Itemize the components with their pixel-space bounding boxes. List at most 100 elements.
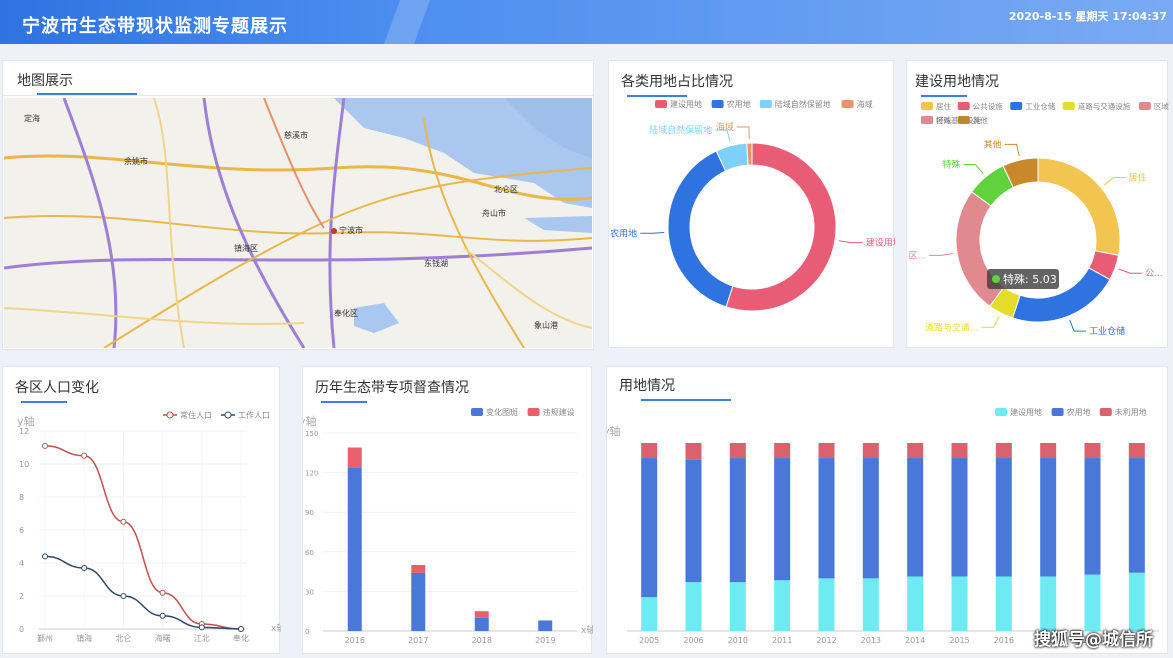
tooltip-text: 特殊: 5.03 [1003,272,1057,286]
data-point [120,593,127,599]
population-title: 各区人口变化 [15,380,99,396]
legend-label: 陆域自然保留地 [775,99,831,109]
legend-label: 道路与交通设施 [1078,101,1131,111]
legend-swatch [957,102,970,110]
x-tick-label: 2005 [639,636,659,645]
map-view[interactable]: 定海 宁波市 舟山市 北仑区 奉化区 余姚市 慈溪市 象山港 东钱湖 镇海区 [4,98,592,348]
bar-segment [862,443,879,459]
pie-label: 农用地 [610,227,637,239]
pie-slice [667,150,734,308]
bar-segment [729,443,746,459]
data-point [120,518,127,525]
bar-segment [729,458,746,583]
x-tick-label: 2012 [816,636,836,645]
pie-leader [963,163,984,175]
legend-label: 工作人口 [238,410,270,420]
pie-slice [725,142,837,312]
land-status-chart[interactable]: y轴 建设用地 农用地 未利用地 2005 2006 2010 2011 2012 2013 201… [607,403,1169,653]
bar-segment [411,565,426,573]
pie-label: 道路与交通... [925,321,979,333]
supervision-chart[interactable]: y轴 x轴 变化图斑 违规建设 0 30 60 90 120 150 2016 2017 2018 201… [303,403,593,653]
bar-segment [1084,458,1101,575]
bar-segment [685,459,702,583]
pie-label: 海域 [716,121,734,133]
x-tick-label: 奉化 [233,633,249,643]
y-tick-label: 60 [305,549,314,557]
bar-segment [774,443,791,459]
y-tick-label: 4 [19,559,24,568]
bar-segment [411,572,426,631]
legend-label: 居住 [936,101,951,111]
legend-label: 违规建设 [543,407,575,417]
bar-segment [474,611,489,618]
series-line [44,555,242,630]
x-tick-label: 鄞州 [37,633,53,643]
map-label: 定海 [24,114,40,123]
bar-segment [818,458,835,579]
pie-leader [1118,268,1143,274]
data-point [81,452,88,459]
x-tick-label: 2014 [905,636,925,645]
land-status-title: 用地情况 [619,378,675,394]
x-tick-label: 2017 [408,636,428,645]
bar-segment [1040,458,1057,577]
bar-segment [907,443,924,459]
y-tick-label: 12 [19,427,29,436]
legend-label: 建设用地 [1010,407,1042,417]
legend-label: 变化图斑 [486,407,518,417]
x-tick-label: 2013 [861,636,881,645]
bar-segment [1040,576,1057,631]
construction-land-chart[interactable]: 居住公共设施工业仓储道路与交通设施区域基础设施特殊其他区域基础设施居住公...工… [907,97,1169,347]
legend-label: 建设用地 [670,99,702,109]
legend-swatch [759,100,772,108]
map-label: 余姚市 [124,157,148,166]
bar-segment [685,443,702,460]
x-tick-label: 江北 [194,634,210,643]
landuse-share-chart[interactable]: 建设用地农用地陆域自然保留地海域建设用地农用地陆域自然保留地海域 [609,97,895,347]
bar-segment [818,443,835,459]
bar-segment [474,617,489,631]
y-tick-label: 0 [19,625,24,634]
pie-leader [838,240,863,244]
legend-label: 未利用地 [1115,407,1147,417]
bar-segment [907,458,924,577]
bar-segment [995,443,1012,459]
land-status-panel: 用地情况 y轴 建设用地 农用地 未利用地 2005 2006 2010 2011 2012 20… [606,366,1168,654]
bar-segment [685,582,702,631]
legend-swatch [1138,102,1151,110]
bar-segment [862,458,879,579]
y-axis-label: y轴 [303,414,317,428]
legend-swatch [527,408,540,416]
bar-segment [995,576,1012,631]
bar-segment [1040,443,1057,459]
y-tick-label: 2 [19,592,24,601]
y-tick-label: 90 [305,509,314,517]
header-bar: 宁波市生态带现状监测专题展示 2020-8-15 星期天 17:04:37 [0,0,1173,44]
population-panel: 各区人口变化 y轴 x轴 常住人口 工作人口 0 2 4 6 8 10 12 鄞州 镇海 北仑 海曙 江北 奉化 [2,366,281,654]
population-chart[interactable]: y轴 x轴 常住人口 工作人口 0 2 4 6 8 10 12 鄞州 镇海 北仑 海曙 江北 奉化 [3,403,281,653]
y-tick-label: 10 [19,460,29,469]
x-axis-label: x轴 [581,624,593,636]
data-point [81,564,88,571]
y-tick-label: 30 [305,588,314,596]
pie-leader [736,126,750,140]
legend-swatch [1010,102,1023,110]
legend-swatch [1051,408,1064,416]
bar-segment [951,576,968,631]
legend-swatch [1062,102,1075,110]
map-label: 舟山市 [482,209,506,218]
legend-label: 海域 [857,99,873,109]
header-datetime: 2020-8-15 星期天 17:04:37 [1008,10,1167,23]
legend-swatch [995,408,1007,416]
x-tick-label: 2016 [994,636,1014,645]
page-title: 宁波市生态带现状监测专题展示 [22,16,288,37]
bar-segment [1084,574,1101,631]
bar-segment [641,597,658,631]
bar-segment [347,447,362,468]
y-tick-label: 6 [19,526,24,535]
landuse-share-panel: 各类用地占比情况 建设用地农用地陆域自然保留地海域建设用地农用地陆域自然保留地海… [608,60,895,348]
bar-segment [729,582,746,631]
bar-segment [641,443,658,459]
pie-label: 其他 [984,138,1002,150]
y-tick-label: 8 [19,493,24,502]
